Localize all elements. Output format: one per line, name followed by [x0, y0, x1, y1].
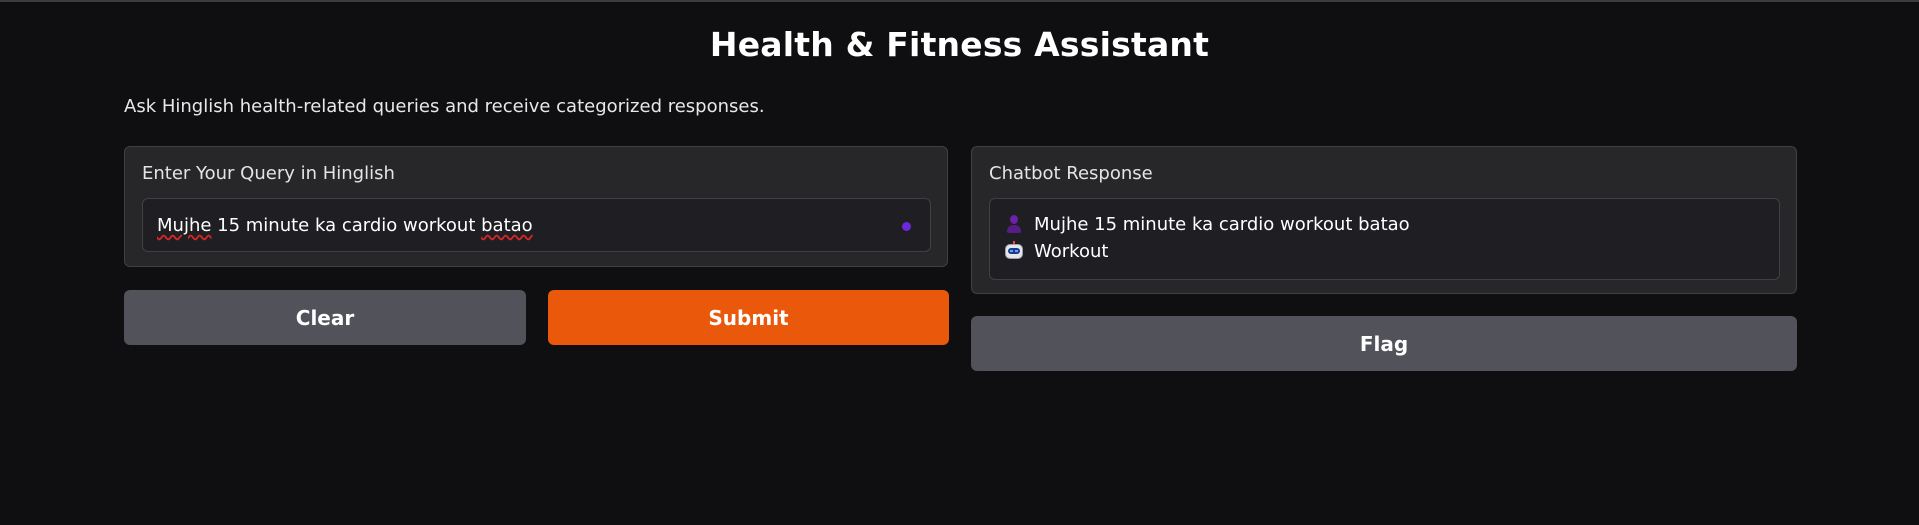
user-message-text: Mujhe 15 minute ka cardio workout batao — [1034, 213, 1410, 235]
query-word-3: batao — [481, 215, 533, 236]
chat-log[interactable]: Mujhe 15 minute ka cardio workout batao … — [989, 198, 1780, 280]
query-input[interactable]: Mujhe 15 minute ka cardio workout batao — [142, 198, 931, 252]
status-dot-icon — [902, 222, 911, 231]
query-word-2: 15 minute ka cardio workout — [211, 215, 482, 236]
robot-avatar-icon — [1004, 241, 1024, 261]
response-panel: Chatbot Response Mujhe 15 minute ka card… — [971, 146, 1797, 294]
page-description: Ask Hinglish health-related queries and … — [124, 96, 765, 117]
query-word-1: Mujhe — [157, 215, 212, 236]
bot-message-text: Workout — [1034, 240, 1109, 262]
clear-button[interactable]: Clear — [124, 290, 526, 345]
page-title: Health & Fitness Assistant — [709, 25, 1210, 64]
submit-button[interactable]: Submit — [548, 290, 949, 345]
user-message: Mujhe 15 minute ka cardio workout batao — [1004, 213, 1410, 235]
query-input-value[interactable]: Mujhe 15 minute ka cardio workout batao — [157, 215, 533, 236]
query-panel: Enter Your Query in Hinglish Mujhe 15 mi… — [124, 146, 948, 267]
top-border — [0, 0, 1919, 2]
bot-message: Workout — [1004, 240, 1108, 262]
query-label: Enter Your Query in Hinglish — [142, 163, 395, 184]
flag-button[interactable]: Flag — [971, 316, 1797, 371]
user-avatar-icon — [1004, 214, 1024, 234]
response-label: Chatbot Response — [989, 163, 1153, 184]
